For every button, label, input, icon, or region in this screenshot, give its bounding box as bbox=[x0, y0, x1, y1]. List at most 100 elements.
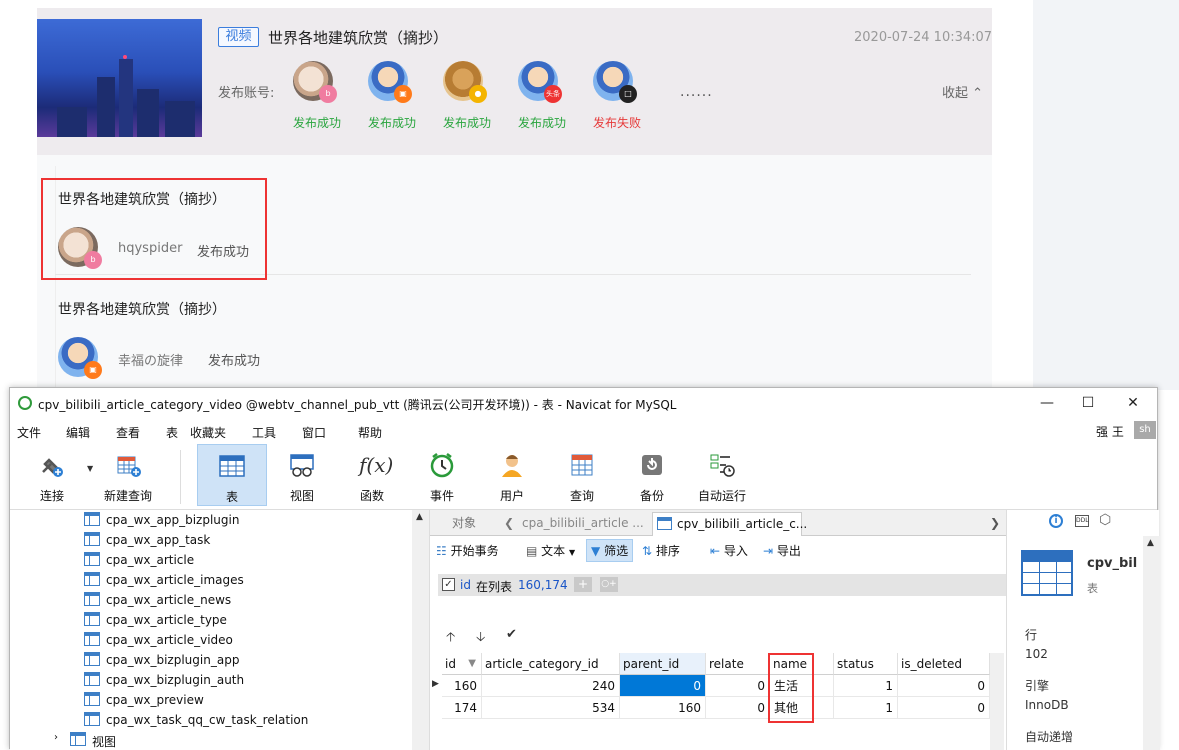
highlight-box bbox=[768, 653, 814, 723]
account-avatar-1[interactable]: b bbox=[293, 61, 337, 103]
column-header[interactable]: article_category_id bbox=[482, 653, 620, 675]
table-cell[interactable]: 0 bbox=[706, 697, 770, 719]
more-accounts[interactable]: ...... bbox=[680, 84, 713, 100]
plug-icon bbox=[42, 458, 63, 477]
filter-operator[interactable]: 在列表 bbox=[476, 578, 512, 595]
clock-icon bbox=[430, 453, 454, 478]
info-scrollbar[interactable]: ▲ bbox=[1143, 536, 1160, 750]
maximize-button[interactable]: ☐ bbox=[1073, 393, 1103, 413]
info-icon[interactable]: i bbox=[1049, 514, 1063, 528]
export-button[interactable]: ⇥ 导出 bbox=[763, 542, 801, 559]
automation-button[interactable]: 自动运行 bbox=[687, 444, 757, 506]
menu-edit[interactable]: 编辑 bbox=[66, 424, 90, 441]
account-avatar-3[interactable]: ● bbox=[443, 61, 487, 103]
video-thumbnail[interactable] bbox=[37, 19, 202, 137]
table-cell[interactable]: 1 bbox=[834, 675, 898, 697]
collapse-button[interactable]: 收起 ⌃ bbox=[942, 82, 983, 101]
filter-button[interactable]: ▼ 筛选 bbox=[586, 539, 634, 562]
menu-view[interactable]: 查看 bbox=[116, 424, 140, 441]
column-header[interactable]: relate bbox=[706, 653, 770, 675]
account-avatar-2[interactable]: ▣ bbox=[368, 61, 412, 103]
menu-help[interactable]: 帮助 bbox=[358, 424, 382, 441]
sort-button[interactable]: ⇅ 排序 bbox=[642, 542, 680, 559]
begin-transaction-button[interactable]: ☷ 开始事务 bbox=[436, 542, 499, 559]
menu-file[interactable]: 文件 bbox=[17, 424, 41, 441]
chevron-right-icon[interactable]: ❯ bbox=[990, 512, 1000, 536]
account-avatar-5[interactable]: □ bbox=[593, 61, 637, 103]
table-cell[interactable]: 160 bbox=[620, 697, 706, 719]
query-button[interactable]: 查询 bbox=[547, 444, 617, 506]
account-status-2: 发布成功 bbox=[368, 116, 417, 130]
table-cell[interactable]: 0 bbox=[706, 675, 770, 697]
function-button[interactable]: f(x) 函数 bbox=[337, 444, 407, 506]
menu-window[interactable]: 窗口 bbox=[302, 424, 326, 441]
column-header[interactable]: is_deleted bbox=[898, 653, 990, 675]
table-cell[interactable]: 240 bbox=[482, 675, 620, 697]
object-tree: cpa_wx_app_bizplugin cpa_wx_app_task cpa… bbox=[10, 510, 430, 750]
grid-scrollbar[interactable] bbox=[990, 653, 1004, 750]
info-pane: i DDL ⬡ cpv_bil 表 行 102 引擎 InnoDB 自动递增 ▲ bbox=[1006, 510, 1160, 750]
view-icon bbox=[70, 732, 86, 746]
user-button[interactable]: 用户 bbox=[477, 444, 547, 506]
close-button[interactable]: ✕ bbox=[1118, 393, 1148, 413]
table-cell[interactable]: 0 bbox=[898, 675, 990, 697]
account-avatar-4[interactable]: 头条 bbox=[518, 61, 562, 103]
tab-cpa-bilibili-article[interactable]: cpa_bilibili_article ... bbox=[522, 512, 644, 536]
arrow-down-icon[interactable]: 🡣 bbox=[476, 628, 485, 650]
column-header-id[interactable]: id ▼ bbox=[442, 653, 482, 675]
text-button[interactable]: ▤ 文本 ▼ bbox=[526, 542, 575, 559]
chevron-right-icon: › bbox=[54, 732, 58, 743]
avatar[interactable]: sh bbox=[1134, 421, 1156, 439]
backup-icon bbox=[642, 455, 662, 475]
minimize-button[interactable]: — bbox=[1032, 393, 1062, 413]
filter-values[interactable]: 160,174 bbox=[518, 578, 568, 592]
user-name[interactable]: 强 王 bbox=[1096, 423, 1124, 440]
check-icon[interactable]: ✔ bbox=[506, 627, 517, 642]
settings-icon[interactable]: ⬡ bbox=[1099, 512, 1111, 528]
menu-tools[interactable]: 工具 bbox=[252, 424, 276, 441]
title-bar: cpv_bilibili_article_category_video @web… bbox=[10, 388, 1157, 418]
object-type: 表 bbox=[1087, 582, 1098, 595]
menu-table[interactable]: 表 bbox=[166, 424, 178, 441]
caret-down-icon: ▼ bbox=[569, 548, 576, 557]
tab-cpv-bilibili-article-c[interactable]: cpv_bilibili_article_c... bbox=[652, 512, 807, 536]
view-button[interactable]: 视图 bbox=[267, 444, 337, 506]
yellow-badge-icon: ● bbox=[469, 85, 487, 103]
table-cell[interactable]: 174 bbox=[442, 697, 482, 719]
filter-field[interactable]: id bbox=[460, 578, 471, 592]
column-header[interactable]: parent_id bbox=[620, 653, 706, 675]
menu-favorites[interactable]: 收藏夹 bbox=[190, 424, 226, 441]
table-cell[interactable]: 1 bbox=[834, 697, 898, 719]
arrow-up-icon[interactable]: 🡡 bbox=[446, 628, 455, 650]
table-icon bbox=[84, 652, 100, 666]
table-cell[interactable]: 0 bbox=[898, 697, 990, 719]
event-button[interactable]: 事件 bbox=[407, 444, 477, 506]
page-right-gutter bbox=[1033, 0, 1179, 390]
filter-checkbox[interactable]: ✓ bbox=[442, 578, 455, 591]
tab-objects[interactable]: 对象 bbox=[452, 512, 476, 536]
ddl-icon[interactable]: DDL bbox=[1075, 515, 1089, 527]
tree-scrollbar[interactable]: ▲ bbox=[412, 510, 429, 750]
filter-bar: ✓ id 在列表 160,174 + ○+ bbox=[438, 574, 1006, 596]
table-icon bbox=[84, 532, 100, 546]
connect-button[interactable]: 连接 bbox=[17, 444, 87, 506]
new-query-button[interactable]: 新建查询 bbox=[93, 444, 163, 506]
table-cell[interactable]: 160 bbox=[442, 675, 482, 697]
backup-button[interactable]: 备份 bbox=[617, 444, 687, 506]
column-header[interactable]: status bbox=[834, 653, 898, 675]
table-cell-selected[interactable]: 0 bbox=[620, 675, 706, 697]
card-title: 世界各地建筑欣赏（摘抄） bbox=[268, 29, 449, 47]
menu-bar: 文件 编辑 查看 表 收藏夹 工具 窗口 帮助 bbox=[10, 418, 1157, 442]
add-condition-icon[interactable]: + bbox=[574, 577, 592, 592]
import-button[interactable]: ⇤ 导入 bbox=[710, 542, 748, 559]
chevron-left-icon[interactable]: ❮ bbox=[504, 512, 514, 536]
table-cell[interactable]: 534 bbox=[482, 697, 620, 719]
scroll-up-icon: ▲ bbox=[1147, 538, 1154, 548]
export-icon: ⇥ bbox=[763, 544, 774, 558]
caret-down-icon[interactable]: ▼ bbox=[87, 464, 93, 473]
auto-increment-label: 自动递增 bbox=[1025, 730, 1074, 744]
table-button[interactable]: 表 bbox=[197, 444, 267, 506]
rows-label: 行 bbox=[1025, 628, 1038, 642]
bilibili-badge-icon: b bbox=[319, 85, 337, 103]
add-group-icon[interactable]: ○+ bbox=[600, 577, 618, 592]
